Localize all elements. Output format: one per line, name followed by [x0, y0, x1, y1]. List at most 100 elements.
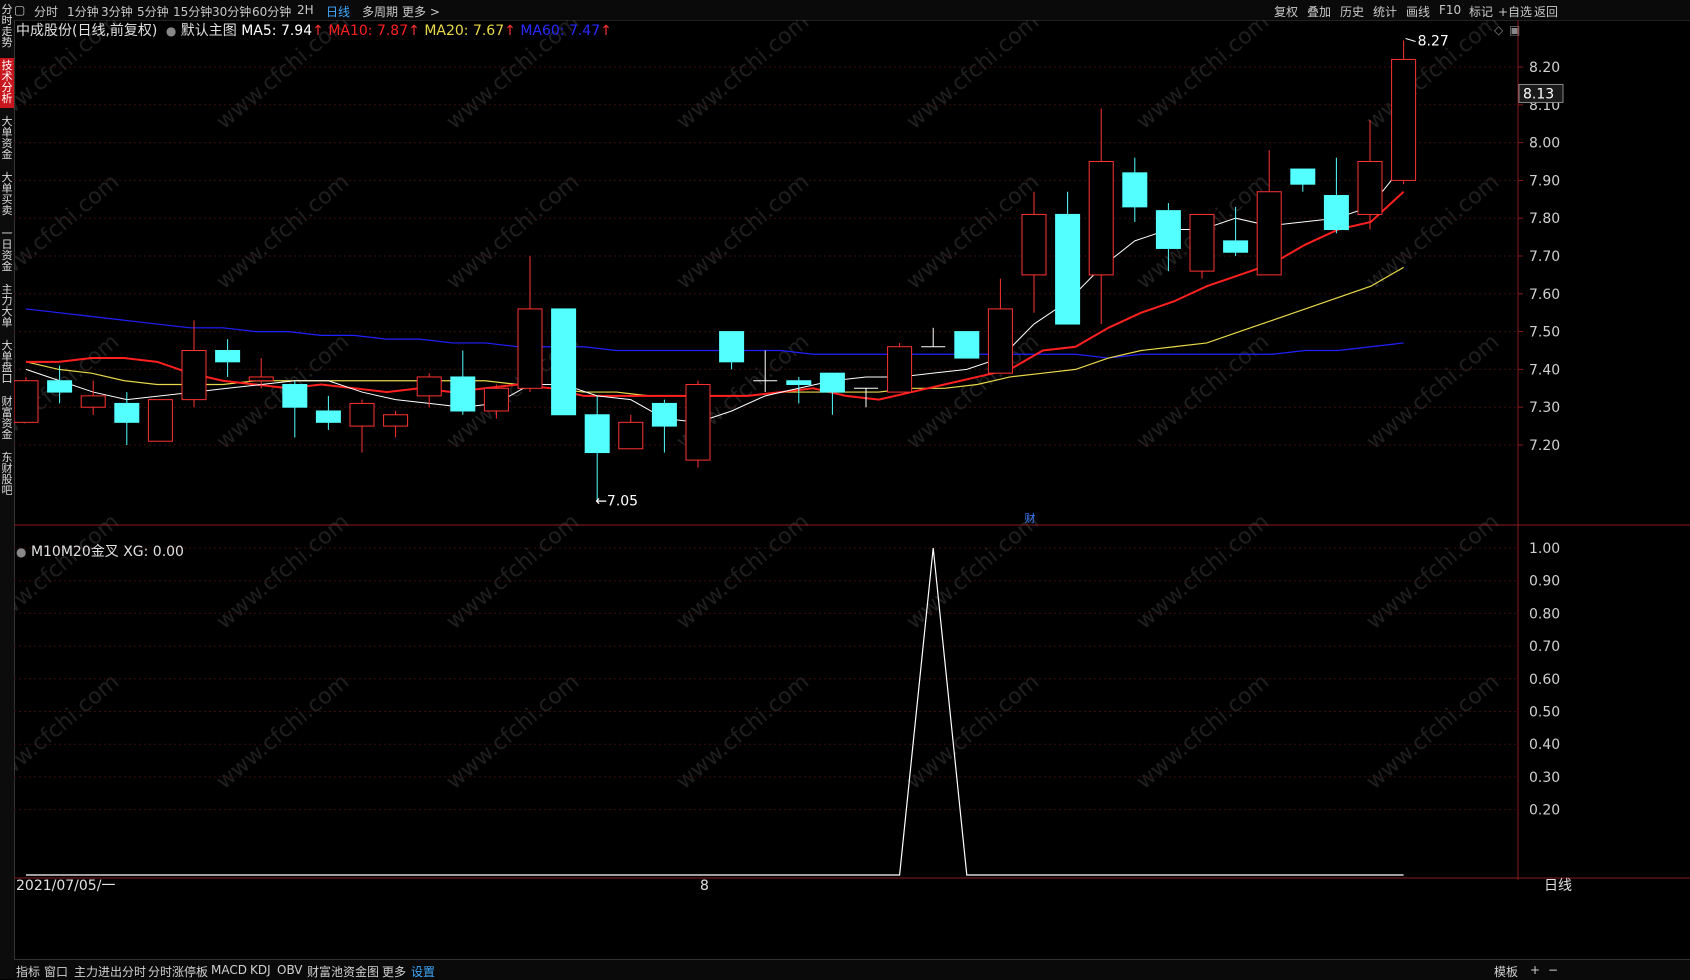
- toolbar-period-9[interactable]: 多周期: [362, 3, 398, 20]
- watermark-text: www.cfchi.com: [212, 509, 354, 634]
- candle-body: [819, 372, 845, 393]
- candle-body: [887, 346, 913, 393]
- bottom-tab-7[interactable]: 财富池资金图: [307, 963, 379, 980]
- watermark-text: www.cfchi.com: [1132, 20, 1274, 135]
- sidebar-item-6[interactable]: 大单盘口: [0, 338, 14, 392]
- ma5-arrow-icon: ↑: [312, 23, 324, 39]
- toolbar-period-5[interactable]: 30分钟: [212, 3, 251, 20]
- toolbar-period-8[interactable]: 日线: [326, 3, 350, 20]
- ma20-arrow-icon: ↑: [504, 23, 516, 39]
- candle-body: [551, 308, 577, 416]
- toolbar-action-2[interactable]: 历史: [1340, 3, 1364, 20]
- sidebar-item-3[interactable]: 大单买卖: [0, 170, 14, 224]
- toolbar-action-1[interactable]: 叠加: [1307, 3, 1331, 20]
- toolbar-action-6[interactable]: 标记: [1469, 3, 1493, 20]
- template-name[interactable]: 默认主图: [181, 23, 237, 39]
- candle-body: [315, 410, 341, 423]
- bottom-right-2[interactable]: −: [1548, 963, 1558, 977]
- watermark-text: www.cfchi.com: [442, 509, 584, 634]
- candle-body: [450, 376, 476, 412]
- settings-icon[interactable]: ●: [166, 24, 176, 38]
- sub-tick-label: 0.40: [1529, 737, 1560, 753]
- watermark-text: www.cfchi.com: [14, 169, 124, 294]
- toolbar-period-6[interactable]: 60分钟: [252, 3, 291, 20]
- candle-body: [651, 402, 677, 427]
- finance-marker: 财: [1025, 511, 1036, 525]
- watermark-text: www.cfchi.com: [14, 669, 124, 794]
- toolbar-period-1[interactable]: 1分钟: [67, 3, 99, 20]
- price-tick-label: 8.20: [1529, 60, 1560, 76]
- bottom-tab-4[interactable]: MACD: [211, 963, 247, 977]
- candle-body: [1323, 195, 1349, 231]
- sidebar-item-0[interactable]: 分时走势: [0, 2, 14, 56]
- toolbar-action-3[interactable]: 统计: [1373, 3, 1397, 20]
- window-icon: ▣: [1509, 23, 1520, 37]
- sub-tick-label: 0.60: [1529, 672, 1560, 688]
- start-date-label: 2021/07/05/一: [16, 878, 115, 894]
- candle-body: [1055, 213, 1081, 325]
- candle-body: [584, 414, 610, 454]
- watermark-text: www.cfchi.com: [902, 509, 1044, 634]
- toolbar-action-8[interactable]: 返回: [1534, 3, 1558, 20]
- price-tick-label: 7.60: [1529, 287, 1560, 303]
- bottom-tab-9[interactable]: 设置: [411, 963, 435, 980]
- candle-body: [1122, 172, 1148, 208]
- candle-body: [719, 331, 745, 363]
- toolbar-period-0[interactable]: 分时: [34, 3, 58, 20]
- sidebar-item-2[interactable]: 大单资金: [0, 114, 14, 168]
- ma60-arrow-icon: ↑: [600, 23, 612, 39]
- price-tick-label: 7.80: [1529, 211, 1560, 227]
- candle-body: [1189, 213, 1215, 272]
- toolbar-action-4[interactable]: 画线: [1406, 3, 1430, 20]
- watermark-text: www.cfchi.com: [212, 669, 354, 794]
- indicator-name[interactable]: M10M20金叉: [31, 544, 119, 560]
- bottom-tab-5[interactable]: KDJ: [250, 963, 271, 977]
- sidebar-item-4[interactable]: 一日资金: [0, 226, 14, 280]
- candle-body: [215, 350, 241, 363]
- bottom-tab-0[interactable]: 指标: [16, 963, 40, 980]
- candle-body: [147, 399, 173, 442]
- sub-tick-label: 0.80: [1529, 606, 1560, 622]
- ma5-value: MA5: 7.94: [241, 23, 313, 39]
- sidebar-item-1[interactable]: 技术分析: [0, 58, 14, 108]
- bottom-right-1[interactable]: +: [1530, 963, 1540, 977]
- candle-body: [1088, 161, 1114, 276]
- bottom-tab-6[interactable]: OBV: [277, 963, 303, 977]
- watermark-text: www.cfchi.com: [1362, 509, 1504, 634]
- sidebar-item-5[interactable]: 主力大单: [0, 282, 14, 336]
- sub-settings-icon[interactable]: ●: [16, 545, 26, 559]
- candle-body: [416, 376, 442, 397]
- toolbar-period-3[interactable]: 5分钟: [137, 3, 169, 20]
- toolbar-period-10[interactable]: 更多 >: [402, 3, 440, 20]
- bottom-tab-2[interactable]: 主力进出分时: [74, 963, 146, 980]
- toolbar-action-0[interactable]: 复权: [1274, 3, 1298, 20]
- sidebar-item-7[interactable]: 财富资金: [0, 394, 14, 448]
- bottom-tab-1[interactable]: 窗口: [44, 963, 68, 980]
- bottom-tab-3[interactable]: 分时涨停板: [148, 963, 208, 980]
- watermark-text: www.cfchi.com: [1132, 329, 1274, 454]
- toolbar-action-7[interactable]: +自选: [1498, 3, 1532, 20]
- ma60-value: MA60: 7.47: [520, 23, 601, 39]
- stock-name[interactable]: 中成股份(日线,前复权): [16, 23, 157, 39]
- ma20-value: MA20: 7.67: [424, 23, 505, 39]
- price-tick-label: 7.70: [1529, 249, 1560, 265]
- toolbar-period-7[interactable]: 2H: [297, 3, 314, 17]
- candle-body: [685, 384, 711, 461]
- toolbar-period-2[interactable]: 3分钟: [101, 3, 133, 20]
- bottom-tab-8[interactable]: 更多: [382, 963, 406, 980]
- candle-body: [1223, 240, 1249, 253]
- toolbar-action-5[interactable]: F10: [1439, 3, 1461, 17]
- main-chart-legend: 中成股份(日线,前复权) ● 默认主图 MA5: 7.94↑ MA10: 7.8…: [16, 20, 612, 40]
- candle-body: [786, 380, 812, 386]
- window-icon[interactable]: ▢: [14, 3, 25, 17]
- toolbar-period-4[interactable]: 15分钟: [173, 3, 212, 20]
- sidebar-item-8[interactable]: 东财股吧: [0, 450, 14, 504]
- watermark-text: www.cfchi.com: [1362, 669, 1504, 794]
- price-tick-label: 7.90: [1529, 173, 1560, 189]
- price-tick-label: 7.40: [1529, 362, 1560, 378]
- watermark-text: www.cfchi.com: [212, 169, 354, 294]
- bottom-right-0[interactable]: 模板: [1494, 963, 1518, 980]
- candle-body: [1357, 161, 1383, 215]
- chart-canvas[interactable]: www.cfchi.com www.cfchi.com www.cfchi.com w…: [14, 20, 1690, 960]
- watermark-text: www.cfchi.com: [672, 20, 814, 135]
